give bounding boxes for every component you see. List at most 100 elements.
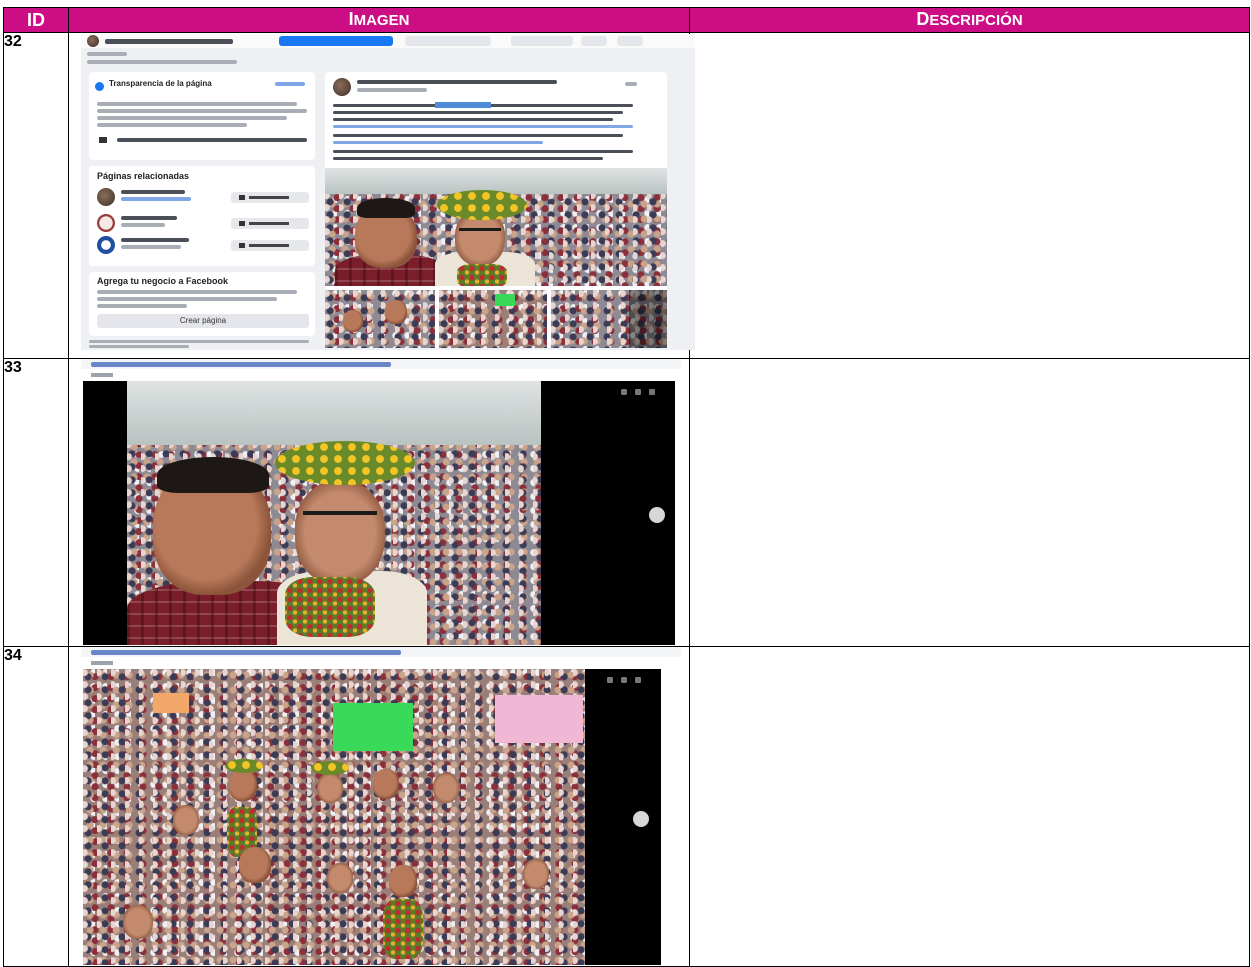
message-button <box>511 36 573 46</box>
info-icon <box>95 82 104 91</box>
row-id: 33 <box>3 358 69 647</box>
pink-sign <box>495 695 583 743</box>
evidence-table: ID IMAGEN DESCRIPCIÓN 32 Transparencia d… <box>3 7 1250 967</box>
related-page-name-blurred <box>121 216 177 220</box>
post-text-blurred <box>333 118 613 121</box>
highlighted-hashtag <box>435 102 491 108</box>
more-button <box>617 36 643 46</box>
post-card <box>325 72 667 348</box>
table-row: 34 <box>3 646 1250 967</box>
business-text-blurred <box>97 304 187 308</box>
fullscreen-icon <box>649 389 655 395</box>
zoom-out-icon <box>635 389 641 395</box>
related-pages-heading: Páginas relacionadas <box>97 171 190 181</box>
image-cell: Transparencia de la página Páginas relac… <box>68 32 695 359</box>
related-page-name-blurred <box>121 190 185 194</box>
post-text-blurred <box>333 141 543 144</box>
page-created-date-blurred <box>117 138 307 142</box>
fullscreen-icon <box>635 677 641 683</box>
post-text-blurred <box>333 125 633 128</box>
related-pages-card: Páginas relacionadas <box>89 166 315 266</box>
like-page-button <box>405 36 491 46</box>
related-page-like-button <box>231 240 309 251</box>
row-id: 32 <box>3 32 69 359</box>
column-header-description: DESCRIPCIÓN <box>689 7 1250 33</box>
transparency-text-blurred <box>97 116 287 120</box>
facebook-page-screenshot: Transparencia de la página Páginas relac… <box>81 34 695 350</box>
post-options-icon <box>625 82 637 86</box>
search-button <box>581 36 607 46</box>
description-cell <box>689 358 1250 647</box>
post-author-blurred <box>357 80 557 84</box>
column-header-id: ID <box>3 7 69 33</box>
description-cell <box>689 32 1250 359</box>
viewer-photo <box>83 669 585 965</box>
photo-viewer <box>83 669 661 965</box>
whatsapp-button <box>279 36 393 46</box>
next-photo-icon <box>633 811 649 827</box>
post-thumbnail-photo <box>439 290 547 348</box>
column-header-id-label: ID <box>27 9 45 30</box>
green-sign <box>333 703 413 751</box>
column-header-image-rest: MAGEN <box>353 12 410 29</box>
related-page-like-button <box>231 218 309 229</box>
column-header-description-initial: D <box>916 9 930 29</box>
next-photo-icon <box>649 507 665 523</box>
create-page-button: Crear página <box>97 314 309 328</box>
people-talking-blurred <box>87 60 237 64</box>
protest-sign <box>153 693 189 713</box>
post-text-blurred <box>333 157 603 160</box>
transparency-text-blurred <box>97 123 247 127</box>
followers-count-blurred <box>87 52 127 56</box>
related-page-like-button <box>231 192 309 203</box>
photo-viewer <box>83 381 675 645</box>
related-page-avatar <box>97 214 115 232</box>
post-main-photo <box>325 168 667 286</box>
column-header-image: IMAGEN <box>68 7 690 33</box>
related-page-subtitle-blurred <box>121 223 165 227</box>
browser-address-bar <box>81 359 681 369</box>
table-row: 33 <box>3 358 1250 647</box>
post-text-blurred <box>333 111 623 114</box>
profile-name-blurred <box>105 39 233 44</box>
create-page-label: Crear página <box>179 316 227 325</box>
photo-viewer-screenshot <box>81 647 681 965</box>
business-heading: Agrega tu negocio a Facebook <box>97 276 229 286</box>
see-all-link-blurred <box>275 82 305 86</box>
post-text-blurred <box>333 134 623 137</box>
transparency-text-blurred <box>97 109 307 113</box>
transparency-card: Transparencia de la página <box>89 72 315 160</box>
browser-tab-strip <box>81 657 681 669</box>
zoom-in-icon <box>607 677 613 683</box>
image-cell <box>68 646 690 967</box>
browser-tab-strip <box>81 369 681 381</box>
post-author-avatar <box>333 78 351 96</box>
zoom-out-icon <box>621 677 627 683</box>
related-page-name-blurred <box>121 238 189 242</box>
zoom-in-icon <box>621 389 627 395</box>
transparency-heading: Transparencia de la página <box>109 79 212 88</box>
footer-links-blurred <box>89 345 189 348</box>
business-text-blurred <box>97 297 277 301</box>
post-thumbnail-photo <box>325 290 435 348</box>
related-page-avatar <box>97 236 115 254</box>
viewer-photo <box>127 381 541 645</box>
column-header-description-rest: ESCRIPCIÓN <box>929 12 1023 29</box>
related-page-subtitle-blurred <box>121 245 181 249</box>
image-cell <box>68 358 690 647</box>
browser-address-bar <box>81 647 681 657</box>
facebook-profile-header <box>81 34 695 48</box>
flag-icon <box>99 137 107 143</box>
post-date-blurred <box>357 88 427 92</box>
transparency-text-blurred <box>97 102 297 106</box>
row-id: 34 <box>3 646 69 967</box>
related-page-avatar <box>97 188 115 206</box>
description-cell <box>689 646 1250 967</box>
profile-avatar <box>87 35 99 47</box>
footer-links-blurred <box>89 340 309 343</box>
post-thumbnail-photo <box>551 290 667 348</box>
table-header-row: ID IMAGEN DESCRIPCIÓN <box>3 7 1250 33</box>
business-text-blurred <box>97 290 297 294</box>
post-text-blurred <box>333 150 633 153</box>
business-card: Agrega tu negocio a Facebook Crear págin… <box>89 272 315 336</box>
